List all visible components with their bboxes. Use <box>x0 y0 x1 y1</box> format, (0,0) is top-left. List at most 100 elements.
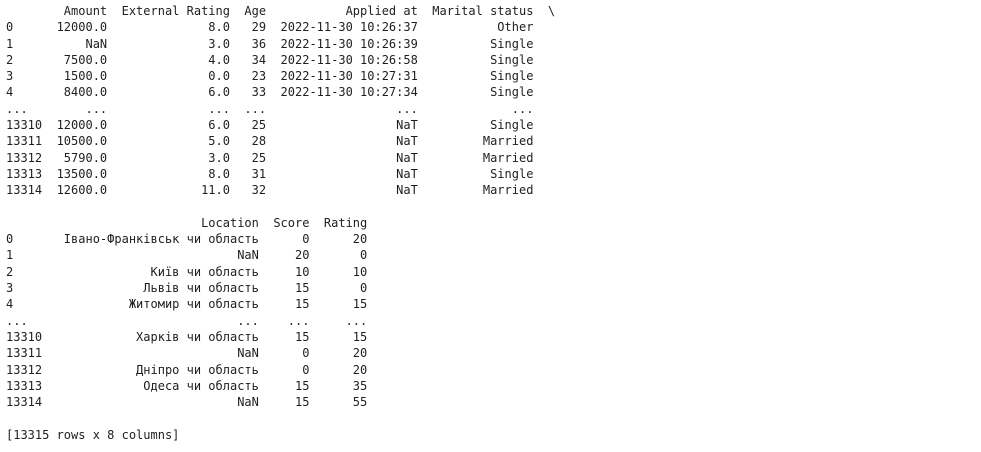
cell: 5.0 <box>107 134 230 149</box>
cell: 34 <box>229 52 267 67</box>
cell: Score <box>258 215 310 230</box>
row-index: 1 <box>6 36 43 51</box>
cell: External Rating <box>107 4 230 18</box>
row-index: 1 <box>6 248 43 263</box>
cell: 8.0 <box>107 166 230 181</box>
cell: 15 <box>258 395 310 410</box>
table-row: 13314 NaN 15 55 <box>6 394 555 410</box>
cell: 0 <box>309 281 368 296</box>
cell: Amount <box>42 4 108 18</box>
table-row: 2 Київ чи область 10 10 <box>6 264 555 280</box>
cell: 3.0 <box>107 150 230 165</box>
cell: NaN <box>42 346 259 361</box>
cell: ... <box>42 101 108 116</box>
cell: Львів чи область <box>42 281 259 296</box>
row-index: ... <box>6 101 43 116</box>
row-index: 3 <box>6 69 43 84</box>
cell: 25 <box>229 118 267 133</box>
row-index: 13313 <box>6 378 43 393</box>
cell: Married <box>417 183 534 198</box>
cell: 28 <box>229 134 267 149</box>
cell: NaN <box>42 36 108 51</box>
cell: ... <box>266 101 418 116</box>
cell: ... <box>309 313 368 328</box>
row-index: 13310 <box>6 329 43 344</box>
row-index: 4 <box>6 297 43 312</box>
cell: 1500.0 <box>42 69 108 84</box>
cell: 6.0 <box>107 85 230 100</box>
cell: 23 <box>229 69 267 84</box>
cell: 0 <box>309 248 368 263</box>
cell: 0.0 <box>107 69 230 84</box>
cell: 4.0 <box>107 52 230 67</box>
table-row: 0 12000.0 8.0 29 2022-11-30 10:26:37 Oth… <box>6 19 555 35</box>
cell: Дніпро чи область <box>42 362 259 377</box>
cell: 13500.0 <box>42 166 108 181</box>
cell: Житомир чи область <box>42 297 259 312</box>
table-row: 13312 Дніпро чи область 0 20 <box>6 362 555 378</box>
table-row: 3 1500.0 0.0 23 2022-11-30 10:27:31 Sing… <box>6 68 555 84</box>
table-row: 4 Житомир чи область 15 15 <box>6 296 555 312</box>
cell: Single <box>417 36 534 51</box>
cell: 29 <box>229 20 267 35</box>
cell: Single <box>417 69 534 84</box>
table-row: 4 8400.0 6.0 33 2022-11-30 10:27:34 Sing… <box>6 84 555 100</box>
row-index: 13311 <box>6 134 43 149</box>
cell: Other <box>417 20 534 35</box>
row-index: ... <box>6 313 43 328</box>
cell: 12000.0 <box>42 20 108 35</box>
ellipsis-row: ... ... ... ... <box>6 313 555 329</box>
cell: 25 <box>229 150 267 165</box>
shape-summary: [13315 rows x 8 columns] <box>6 427 180 442</box>
cell: 2022-11-30 10:27:31 <box>266 69 418 84</box>
row-index: 0 <box>6 20 43 35</box>
row-index: 13312 <box>6 150 43 165</box>
cell: NaN <box>42 395 259 410</box>
cell: Single <box>417 52 534 67</box>
cell: Single <box>417 118 534 133</box>
cell: 10 <box>309 264 368 279</box>
cell: 15 <box>258 378 310 393</box>
row-index: 2 <box>6 264 43 279</box>
cell: NaT <box>266 183 418 198</box>
cell: NaT <box>266 134 418 149</box>
cell: 20 <box>258 248 310 263</box>
table-row: 1 NaN 20 0 <box>6 247 555 263</box>
table-row: 13310 Харків чи область 15 15 <box>6 329 555 345</box>
table-row: 0 Івано-Франківськ чи область 0 20 <box>6 231 555 247</box>
cell: Age <box>229 4 267 18</box>
cell: 15 <box>309 329 368 344</box>
cell: 15 <box>309 297 368 312</box>
cell: 31 <box>229 166 267 181</box>
cell: ... <box>42 313 259 328</box>
row-index: 13311 <box>6 346 43 361</box>
cell: NaT <box>266 166 418 181</box>
cell: 10500.0 <box>42 134 108 149</box>
cell: Київ чи область <box>42 264 259 279</box>
cell: 36 <box>229 36 267 51</box>
cell: 55 <box>309 395 368 410</box>
cell: 15 <box>258 329 310 344</box>
ellipsis-row: ... ... ... ... ... ... <box>6 101 555 117</box>
cell: 33 <box>229 85 267 100</box>
cell: ... <box>229 101 267 116</box>
cell: NaN <box>42 248 259 263</box>
cell: 6.0 <box>107 118 230 133</box>
cell: 2022-11-30 10:26:37 <box>266 20 418 35</box>
row-index: 13314 <box>6 183 43 198</box>
cell: 0 <box>258 362 310 377</box>
cell: 35 <box>309 378 368 393</box>
cell: Applied at <box>266 4 418 18</box>
table-row: 13311 NaN 0 20 <box>6 345 555 361</box>
cell: NaT <box>266 118 418 133</box>
cell: Location <box>42 215 259 230</box>
table-row: 13312 5790.0 3.0 25 NaT Married <box>6 150 555 166</box>
cell: Харків чи область <box>42 329 259 344</box>
cell: 8400.0 <box>42 85 108 100</box>
table-row: 13313 13500.0 8.0 31 NaT Single <box>6 166 555 182</box>
cell: \ <box>533 4 556 18</box>
cell: 0 <box>258 346 310 361</box>
cell: 12000.0 <box>42 118 108 133</box>
cell: 20 <box>309 362 368 377</box>
